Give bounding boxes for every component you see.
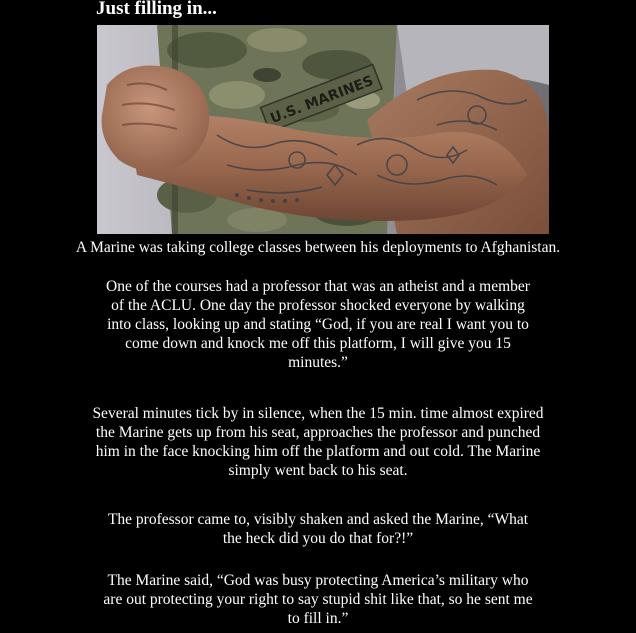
story-line: A Marine was taking college classes betw… [75,239,561,256]
story-line: The professor came to, visibly shaken an… [107,511,529,528]
marine-arm-photo: U.S. MARINES [97,25,549,234]
story-line: Several minutes tick by in silence, when… [92,405,544,422]
story-line: him in the face knocking him off the pla… [95,443,541,460]
story-line: The Marine said, “God was busy protectin… [107,572,529,589]
story-paragraph-1: A Marine was taking college classes betw… [0,238,636,257]
story-line: the heck did you do that for?!” [222,530,414,547]
story-line: One of the courses had a professor that … [106,278,530,295]
story-paragraph-5: The Marine said, “God was busy protectin… [0,571,636,628]
story-line: to fill in.” [287,610,349,627]
story-paragraph-3: Several minutes tick by in silence, when… [0,404,636,480]
story-line: the Marine gets up from his seat, approa… [95,424,541,441]
story-line: minutes.” [288,354,348,371]
story-paragraph-2: One of the courses had a professor that … [0,277,636,372]
story-line: of the ACLU. One day the professor shock… [111,297,525,314]
story-line: simply went back to his seat. [228,462,408,479]
story-line: come down and knock me off this platform… [125,335,511,352]
meme-title: Just filling in... [96,0,217,19]
story-line: into class, looking up and stating “God,… [107,316,529,333]
story-line: are out protecting your right to say stu… [103,591,533,608]
story-paragraph-4: The professor came to, visibly shaken an… [0,510,636,548]
